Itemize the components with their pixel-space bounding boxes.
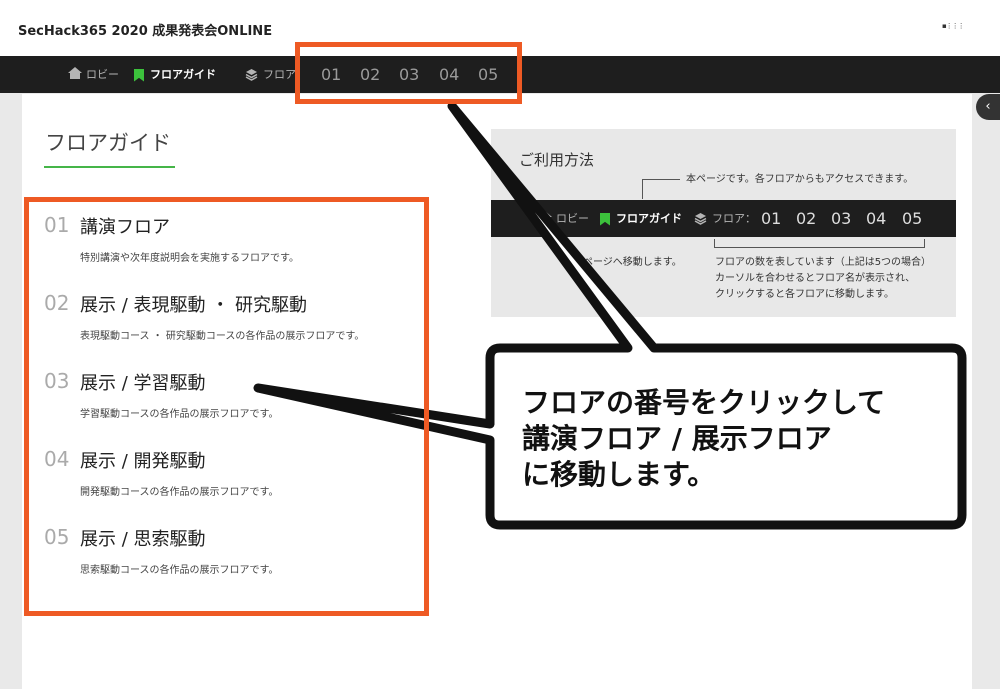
highlight-floor-list: [24, 197, 429, 616]
callout-line-2: 講演フロア / 展示フロア: [522, 422, 832, 455]
callout-line-1: フロアの番号をクリックして: [522, 386, 886, 419]
highlight-nav-floor-numbers: [295, 42, 522, 104]
callout-line-3: に移動します。: [522, 458, 716, 491]
callout-text: フロアの番号をクリックして 講演フロア / 展示フロア に移動します。: [522, 385, 885, 493]
